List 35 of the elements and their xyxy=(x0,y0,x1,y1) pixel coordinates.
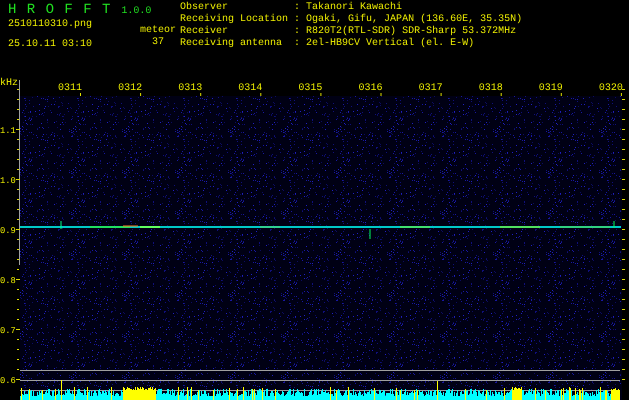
info-value: Ogaki, Gifu, JAPAN (136.60E, 35.35N) xyxy=(306,14,522,26)
y-axis-label: 0.6 xyxy=(0,376,16,386)
time-label: 0313 xyxy=(178,83,202,94)
time-label: 0311 xyxy=(58,83,82,94)
separator: : xyxy=(294,14,300,26)
info-label: Receiving Location xyxy=(180,14,288,26)
meteor-count: 37 xyxy=(152,37,164,49)
time-label: 0314 xyxy=(238,83,262,94)
time-label: 0315 xyxy=(298,83,322,94)
time-label: 0317 xyxy=(418,83,443,94)
separator: : xyxy=(294,38,300,50)
time-label: 0319 xyxy=(538,83,563,94)
y-axis-label: 0.7 xyxy=(0,326,16,336)
info-label: Receiving antenna xyxy=(180,38,284,50)
time-label: 0320 xyxy=(598,83,623,94)
y-axis-label: 0.9 xyxy=(0,226,16,236)
separator: : xyxy=(294,26,300,38)
info-label: Observer xyxy=(180,2,230,14)
time-label: 0318 xyxy=(478,83,503,94)
axis-unit: kHz xyxy=(0,78,18,89)
y-axis-label: 0.8 xyxy=(0,276,16,286)
time-label: 0316 xyxy=(358,83,382,94)
separator: : xyxy=(294,2,300,14)
info-value: Takanori Kawachi xyxy=(306,2,404,14)
y-axis-label: 1.0 xyxy=(0,176,16,186)
timestamp: 25.10.11 03:10 xyxy=(8,39,92,51)
file-name: 2510110310.png xyxy=(8,19,92,31)
time-label: 0312 xyxy=(118,83,142,94)
meteor-label: meteor xyxy=(140,25,176,37)
version-label: 1.0.0 xyxy=(121,6,152,17)
info-value: 2el-HB9CV Vertical (el. E-W) xyxy=(306,38,476,50)
info-label: Receiver xyxy=(180,26,230,38)
info-value: R820T2(RTL-SDR) SDR-Sharp 53.372MHz xyxy=(306,26,518,38)
app-title: H R O F F T xyxy=(8,2,112,18)
y-axis-label: 1.1 xyxy=(0,126,16,136)
